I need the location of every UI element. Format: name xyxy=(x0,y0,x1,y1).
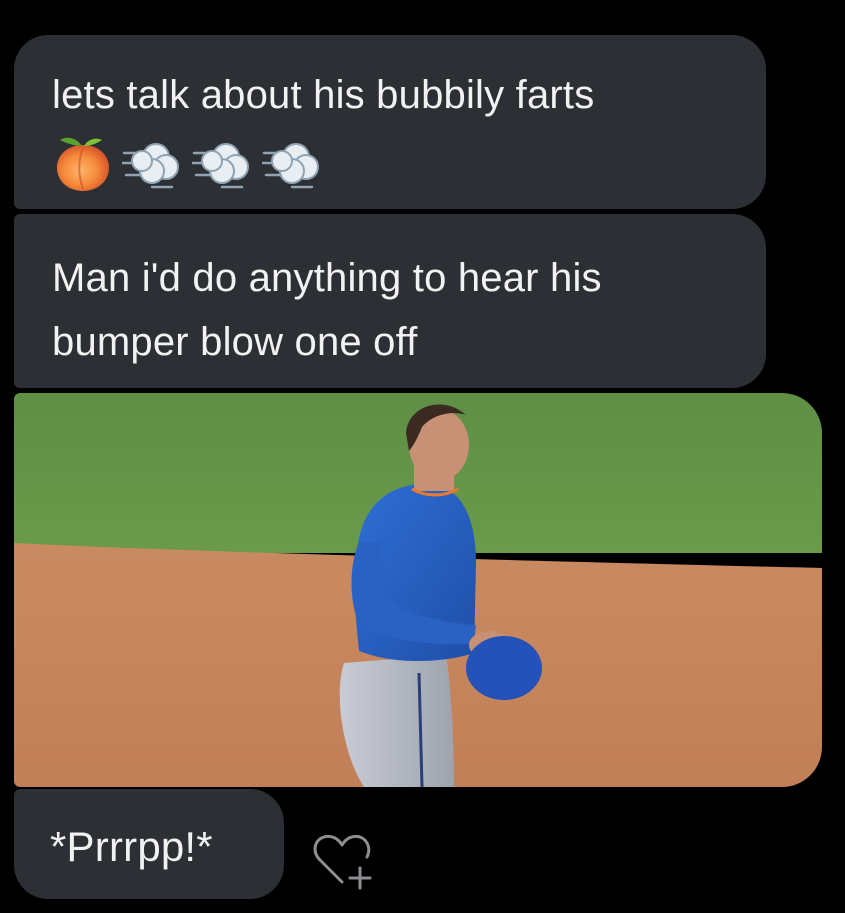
dashing-away-emoji xyxy=(260,131,324,193)
message-text: lets talk about his bubbily farts xyxy=(52,73,595,117)
message-bubble-1[interactable]: lets talk about his bubbily farts xyxy=(14,35,766,209)
heart-plus-icon[interactable] xyxy=(310,828,378,892)
message-text: *Prrrpp!* xyxy=(50,823,213,870)
peach-emoji xyxy=(52,131,114,193)
emoji-row xyxy=(52,131,732,193)
message-bubble-3[interactable]: *Prrrpp!* xyxy=(14,789,284,899)
dashing-away-emoji xyxy=(120,131,184,193)
baseball-player-photo[interactable] xyxy=(14,393,822,787)
message-text: Man i'd do anything to hear his bumper b… xyxy=(52,256,602,364)
message-bubble-2[interactable]: Man i'd do anything to hear his bumper b… xyxy=(14,214,766,388)
dashing-away-emoji xyxy=(190,131,254,193)
